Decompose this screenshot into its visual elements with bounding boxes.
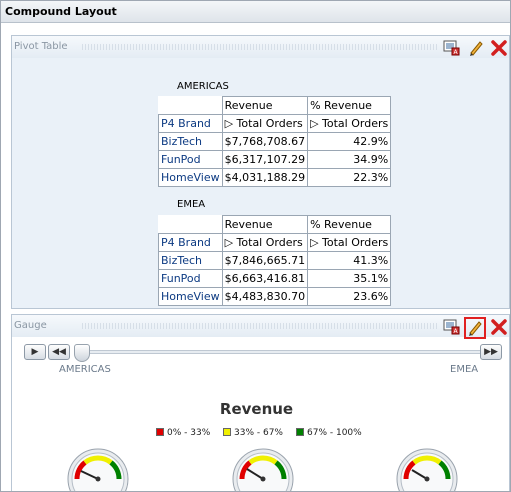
row-header-label[interactable]: P4 Brand (158, 114, 223, 133)
table-row: FunPod $6,317,107.29 34.9% (158, 150, 392, 169)
gauge-section-title: Gauge (14, 320, 47, 331)
column-header: Revenue (221, 96, 309, 115)
brand-link[interactable]: BizTech (158, 132, 223, 151)
revenue-cell: $7,846,665.71 (221, 251, 309, 270)
legend-item: 0% - 33% (156, 428, 210, 440)
brand-link[interactable]: FunPod (158, 269, 223, 288)
legend-item: 33% - 67% (223, 428, 283, 440)
pivot-section-header: Pivot Table A (12, 36, 509, 58)
row-header-label[interactable]: P4 Brand (158, 233, 223, 252)
slider-label-end: EMEA (450, 364, 479, 375)
percent-cell: 23.6% (307, 287, 392, 306)
view-icon[interactable]: A (443, 39, 461, 57)
table-row: FunPod $6,663,416.81 35.1% (158, 269, 392, 288)
brand-link[interactable]: FunPod (158, 150, 223, 169)
table-row: BizTech $7,846,665.71 41.3% (158, 251, 392, 270)
percent-cell: 35.1% (307, 269, 392, 288)
measure-header[interactable]: ▷ Total Orders (221, 114, 309, 133)
revenue-cell: $6,317,107.29 (221, 150, 309, 169)
gauge-dial (232, 445, 294, 491)
measure-header[interactable]: ▷ Total Orders (307, 233, 392, 252)
country-label: AMERICAS (177, 81, 229, 92)
column-header: Revenue (221, 215, 309, 234)
pivot-table-emea: Revenue % Revenue P4 Brand ▷ Total Order… (158, 215, 392, 306)
legend-item: 67% - 100% (296, 428, 362, 440)
revenue-cell: $4,483,830.70 (221, 287, 309, 306)
prompt-slider: ▶ ◀◀ ▶▶ AMERICAS EMEA (14, 342, 502, 375)
percent-cell: 22.3% (307, 168, 392, 187)
percent-cell: 42.9% (307, 132, 392, 151)
gauge-dial (396, 445, 458, 491)
view-icon[interactable]: A (443, 318, 461, 336)
table-row: HomeView $4,031,188.29 22.3% (158, 168, 392, 187)
gauge-dial (67, 445, 129, 491)
legend-swatch (223, 428, 231, 436)
slider-track[interactable] (80, 350, 482, 354)
measure-header[interactable]: ▷ Total Orders (307, 114, 392, 133)
slider-label-start: AMERICAS (59, 364, 111, 375)
play-button[interactable]: ▶ (24, 344, 46, 360)
next-button[interactable]: ▶▶ (480, 344, 502, 360)
gauge-section-header: Gauge A (12, 315, 509, 339)
revenue-cell: $4,031,188.29 (221, 168, 309, 187)
country-label: EMEA (177, 199, 206, 210)
legend-swatch (296, 428, 304, 436)
layout-title: Compound Layout (1, 1, 510, 23)
pencil-icon[interactable] (467, 39, 485, 57)
revenue-cell: $7,768,708.67 (221, 132, 309, 151)
measure-header[interactable]: ▷ Total Orders (221, 233, 309, 252)
slider-thumb[interactable] (74, 344, 90, 362)
brand-link[interactable]: HomeView (158, 287, 223, 306)
close-icon[interactable] (490, 39, 508, 57)
column-header: % Revenue (307, 96, 392, 115)
pencil-icon[interactable] (464, 317, 486, 339)
column-header: % Revenue (307, 215, 392, 234)
previous-button[interactable]: ◀◀ (48, 344, 70, 360)
pivot-section-title: Pivot Table (14, 41, 68, 52)
percent-cell: 34.9% (307, 150, 392, 169)
gauge-title: Revenue (219, 400, 294, 418)
table-row: BizTech $7,768,708.67 42.9% (158, 132, 392, 151)
compound-layout: Compound Layout Pivot Table A AMERICAS R… (0, 0, 511, 492)
revenue-cell: $6,663,416.81 (221, 269, 309, 288)
brand-link[interactable]: HomeView (158, 168, 223, 187)
close-icon[interactable] (490, 318, 508, 336)
table-row: HomeView $4,483,830.70 23.6% (158, 287, 392, 306)
legend-swatch (156, 428, 164, 436)
brand-link[interactable]: BizTech (158, 251, 223, 270)
percent-cell: 41.3% (307, 251, 392, 270)
pivot-table-americas: Revenue % Revenue P4 Brand ▷ Total Order… (158, 96, 392, 187)
